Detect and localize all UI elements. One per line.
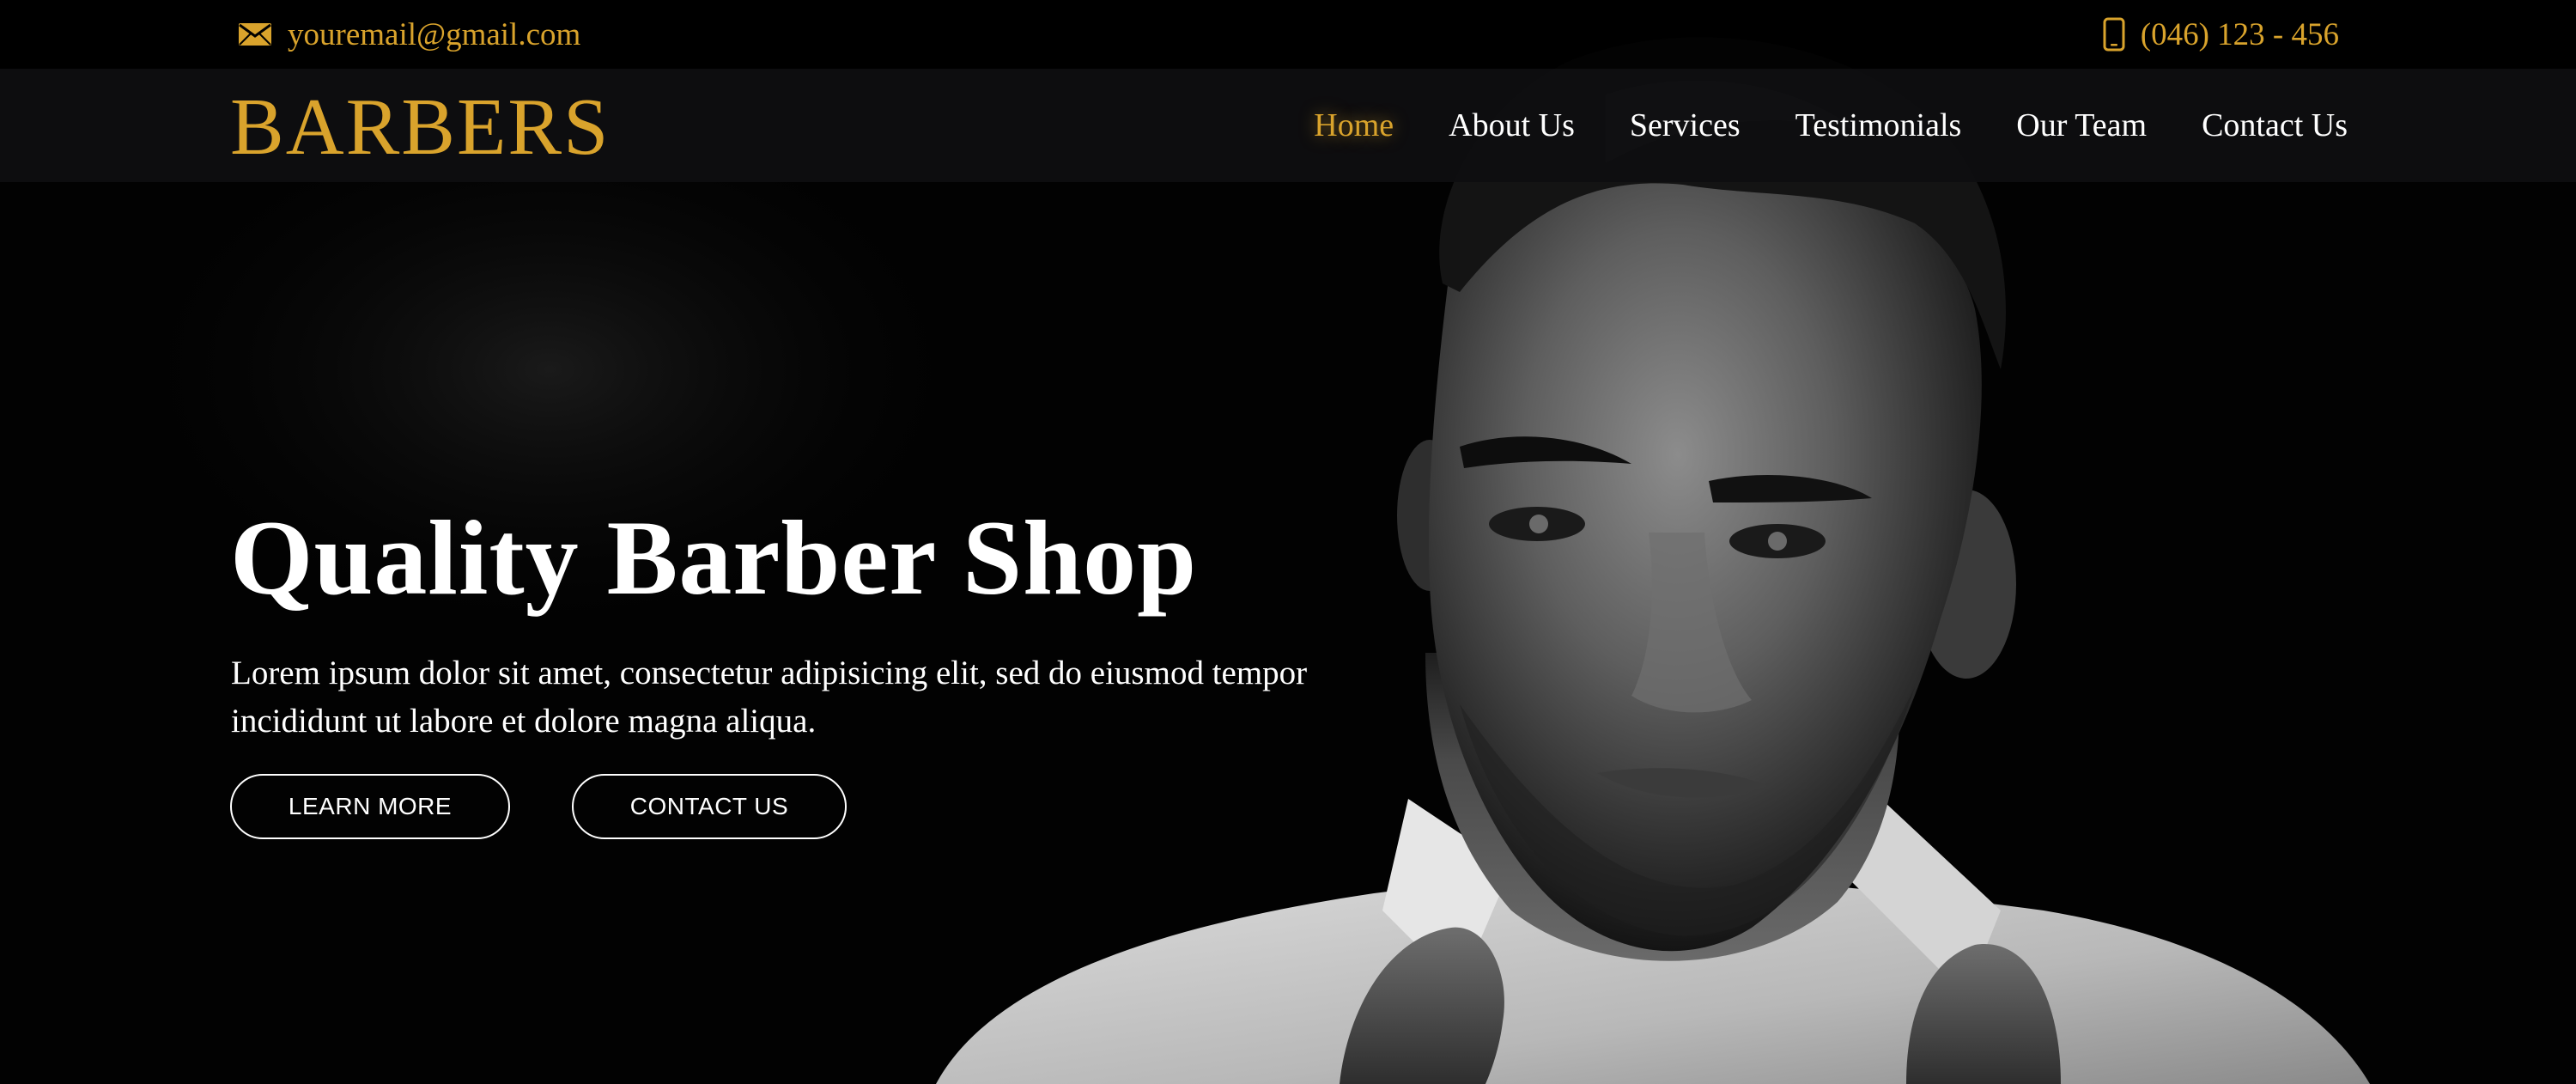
main-navbar: BARBERS Home About Us Services Testimoni… bbox=[0, 69, 2576, 182]
envelope-icon bbox=[238, 22, 272, 46]
top-contact-bar: youremail@gmail.com (046) 123 - 456 bbox=[0, 0, 2576, 69]
nav-item-services[interactable]: Services bbox=[1630, 107, 1741, 144]
contact-phone[interactable]: (046) 123 - 456 bbox=[2103, 0, 2339, 69]
nav-item-testimonials[interactable]: Testimonials bbox=[1795, 107, 1962, 144]
learn-more-button[interactable]: LEARN MORE bbox=[230, 774, 510, 839]
hero-title: Quality Barber Shop bbox=[230, 499, 1198, 617]
contact-us-button[interactable]: CONTACT US bbox=[572, 774, 847, 839]
nav-menu: Home About Us Services Testimonials Our … bbox=[1314, 69, 2348, 182]
contact-email[interactable]: youremail@gmail.com bbox=[238, 0, 580, 69]
nav-item-home[interactable]: Home bbox=[1314, 107, 1394, 144]
nav-item-our-team[interactable]: Our Team bbox=[2016, 107, 2147, 144]
page: youremail@gmail.com (046) 123 - 456 BARB… bbox=[0, 0, 2576, 1084]
nav-item-contact-us[interactable]: Contact Us bbox=[2202, 107, 2348, 144]
email-text: youremail@gmail.com bbox=[288, 16, 581, 52]
phone-text: (046) 123 - 456 bbox=[2140, 16, 2339, 52]
hero-description: Lorem ipsum dolor sit amet, consectetur … bbox=[231, 655, 1308, 740]
nav-item-about-us[interactable]: About Us bbox=[1449, 107, 1575, 144]
mobile-phone-icon bbox=[2103, 17, 2125, 52]
brand-logo[interactable]: BARBERS bbox=[230, 69, 610, 182]
